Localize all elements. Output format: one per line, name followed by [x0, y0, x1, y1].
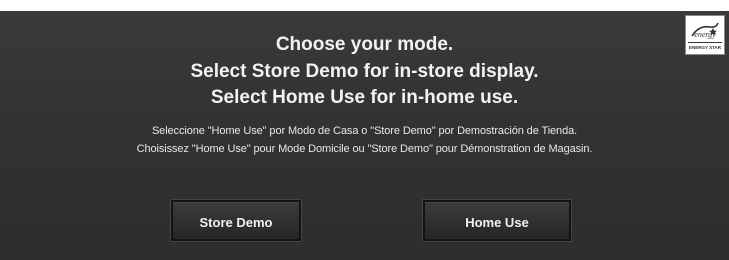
french-instruction: Choisissez "Home Use" pour Mode Domicile…	[136, 143, 593, 155]
spanish-instruction: Seleccione "Home Use" por Modo de Casa o…	[151, 125, 578, 137]
instruction-home-use: Select Home Use for in-home use.	[210, 87, 519, 108]
title-choose-mode: Choose your mode.	[275, 34, 454, 55]
home-use-button[interactable]: Home Use	[423, 200, 571, 241]
mode-selection-screen: energy ENERGY STAR Choose your mode. Sel…	[0, 11, 729, 260]
store-demo-button[interactable]: Store Demo	[171, 200, 301, 241]
instruction-store-demo: Select Store Demo for in-store display.	[190, 61, 539, 82]
